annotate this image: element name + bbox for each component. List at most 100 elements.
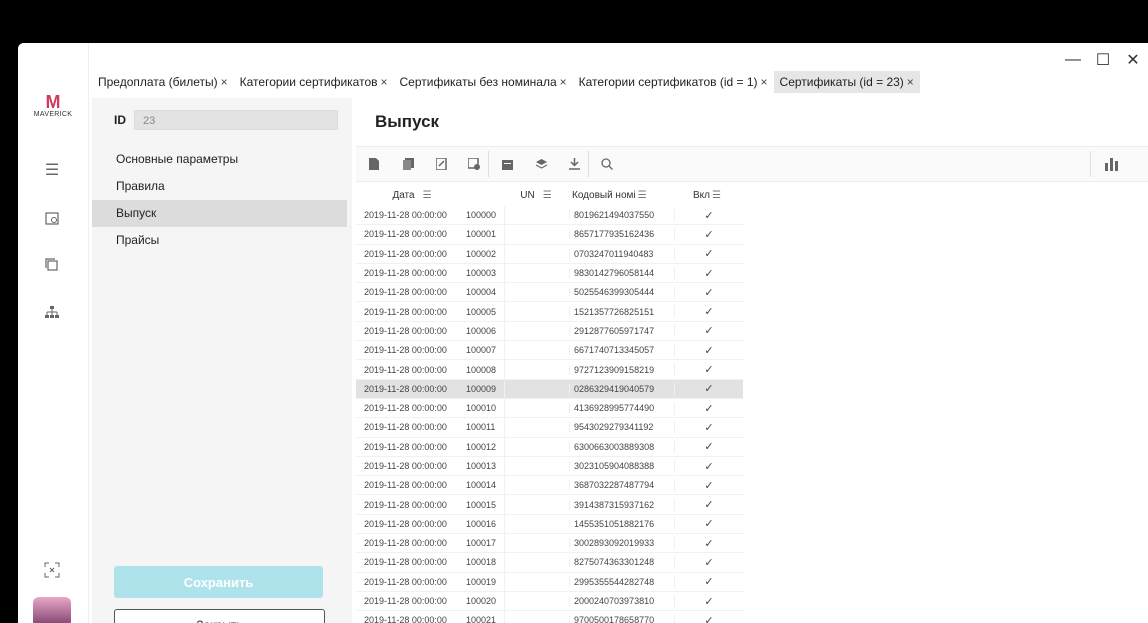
grid-body: 2019-11-28 00:00:00 100000 801962149403755… <box>356 206 743 623</box>
table-row[interactable]: 2019-11-28 00:00:00 100008 972712390915821… <box>356 360 743 380</box>
id-label: ID <box>114 113 126 127</box>
table-row[interactable]: 2019-11-28 00:00:00 100011 954302927934119… <box>356 418 743 438</box>
cell-un <box>504 534 569 553</box>
filter-icon[interactable]: ☰ <box>543 190 552 201</box>
cell-enabled: ✓ <box>674 536 743 550</box>
menu-icon[interactable]: ☰ <box>40 160 64 180</box>
nav-item-prices[interactable]: Прайсы <box>92 227 347 254</box>
table-row[interactable]: 2019-11-28 00:00:00 100015 391438731593716… <box>356 495 743 515</box>
delete-doc-icon[interactable] <box>466 156 482 172</box>
cell-enabled: ✓ <box>674 575 743 589</box>
cell-date: 2019-11-28 00:00:00 <box>364 287 447 298</box>
tab-prepayment[interactable]: Предоплата (билеты) × <box>92 71 234 93</box>
cell-date: 2019-11-28 00:00:00 <box>364 576 447 587</box>
tab-close-icon[interactable]: × <box>560 75 567 89</box>
cell-number: 100007 <box>466 345 497 356</box>
calendar-tool-icon[interactable] <box>499 156 515 172</box>
table-row[interactable]: 2019-11-28 00:00:00 100018 827507436330124… <box>356 553 743 573</box>
table-row[interactable]: 2019-11-28 00:00:00 100013 302310590408838… <box>356 456 743 477</box>
filter-icon[interactable]: ☰ <box>638 190 647 201</box>
hierarchy-icon[interactable] <box>40 302 64 322</box>
window-controls: — ☐ ✕ <box>1058 49 1148 71</box>
copy-doc-icon[interactable] <box>400 156 416 172</box>
table-row[interactable]: 2019-11-28 00:00:00 100017 300289309201993… <box>356 534 743 554</box>
tab-close-icon[interactable]: × <box>761 75 768 89</box>
filter-icon[interactable]: ☰ <box>423 190 432 201</box>
layers-icon[interactable] <box>533 156 549 172</box>
cell-date: 2019-11-28 00:00:00 <box>364 615 447 623</box>
table-row[interactable]: 2019-11-28 00:00:00 100010 413692899577449… <box>356 398 743 419</box>
table-row[interactable]: 2019-11-28 00:00:00 100002 070324701194048… <box>356 244 743 264</box>
maximize-button[interactable]: ☐ <box>1088 49 1118 71</box>
entity-sidebar: ID 23 Основные параметры Правила Выпуск … <box>92 98 352 623</box>
table-row[interactable]: 2019-11-28 00:00:00 100000 801962149403755… <box>356 206 743 226</box>
fullscreen-exit-icon[interactable] <box>40 560 64 580</box>
calendar-icon[interactable] <box>40 208 64 228</box>
column-header-code[interactable]: Кодовый номі ☰ <box>568 190 673 201</box>
cell-un <box>504 476 569 495</box>
cell-code: 1455351051882176 <box>569 518 674 529</box>
cell-code: 3023105904088388 <box>569 461 674 471</box>
table-row[interactable]: 2019-11-28 00:00:00 100009 028632941904057… <box>356 379 743 399</box>
filter-icon[interactable]: ☰ <box>712 190 721 201</box>
cell-code: 8657177935162436 <box>569 229 674 240</box>
tab-close-icon[interactable]: × <box>221 75 228 89</box>
cell-date: 2019-11-28 00:00:00 <box>364 461 447 471</box>
download-icon[interactable] <box>566 156 582 172</box>
column-header-enabled[interactable]: Вкл ☰ <box>673 190 741 201</box>
cell-enabled: ✓ <box>674 266 743 280</box>
cell-un <box>504 225 569 244</box>
tab-certificate-categories[interactable]: Категории сертификатов × <box>234 71 394 93</box>
column-label: Кодовый номі <box>572 189 636 201</box>
nav-item-issue[interactable]: Выпуск <box>92 200 347 227</box>
table-row[interactable]: 2019-11-28 00:00:00 100001 865717793516243… <box>356 225 743 245</box>
tab-label: Категории сертификатов <box>239 75 378 89</box>
table-row[interactable]: 2019-11-28 00:00:00 100006 291287760597174… <box>356 321 743 342</box>
brand-logo[interactable]: M MAVERICK <box>26 93 80 118</box>
tab-close-icon[interactable]: × <box>381 75 388 89</box>
new-doc-icon[interactable] <box>366 156 382 172</box>
table-row[interactable]: 2019-11-28 00:00:00 100016 145535105188217… <box>356 514 743 535</box>
close-window-button[interactable]: ✕ <box>1118 49 1148 71</box>
tab-certificates-no-nominal[interactable]: Сертификаты без номинала × <box>394 71 573 93</box>
save-button[interactable]: Сохранить <box>114 566 323 598</box>
cell-code: 0703247011940483 <box>569 248 674 259</box>
tab-certificates-23[interactable]: Сертификаты (id = 23) × <box>773 71 920 93</box>
cell-number: 100013 <box>466 461 497 471</box>
app-window: — ☐ ✕ M MAVERICK ☰ Предоплата (билеты) × … <box>18 43 1148 623</box>
user-avatar[interactable] <box>33 597 71 623</box>
minimize-button[interactable]: — <box>1058 49 1088 71</box>
tab-close-icon[interactable]: × <box>907 75 914 89</box>
column-header-date[interactable]: Дата ☰ <box>356 190 460 201</box>
table-row[interactable]: 2019-11-28 00:00:00 100004 502554639930544… <box>356 283 743 303</box>
edit-doc-icon[interactable] <box>433 156 449 172</box>
table-row[interactable]: 2019-11-28 00:00:00 100014 368703228748779… <box>356 476 743 496</box>
cell-enabled: ✓ <box>674 498 743 512</box>
cell-un <box>504 591 569 611</box>
table-row[interactable]: 2019-11-28 00:00:00 100020 200024070397381… <box>356 591 743 612</box>
search-icon[interactable] <box>599 156 615 172</box>
tab-certificate-category-1[interactable]: Категории сертификатов (id = 1) × <box>573 71 774 93</box>
cell-enabled: ✓ <box>674 517 743 531</box>
table-row[interactable]: 2019-11-28 00:00:00 100003 983014279605814… <box>356 263 743 284</box>
cell-enabled: ✓ <box>674 420 743 434</box>
nav-item-main-params[interactable]: Основные параметры <box>92 146 347 173</box>
table-row[interactable]: 2019-11-28 00:00:00 100007 667174071334505… <box>356 341 743 361</box>
cell-date: 2019-11-28 00:00:00 <box>364 422 447 433</box>
logo-text: MAVERICK <box>33 111 73 118</box>
cell-number: 100001 <box>466 229 497 240</box>
cell-un <box>504 360 569 379</box>
tab-label: Предоплата (билеты) <box>98 75 218 89</box>
column-header-un[interactable]: UN ☰ <box>504 190 568 201</box>
table-row[interactable]: 2019-11-28 00:00:00 100005 152135772682515… <box>356 302 743 322</box>
close-button[interactable]: Закрыть <box>114 609 325 623</box>
table-row[interactable]: 2019-11-28 00:00:00 100012 630066300388930… <box>356 437 743 457</box>
table-row[interactable]: 2019-11-28 00:00:00 100019 299535554428274… <box>356 572 743 592</box>
cell-date: 2019-11-28 00:00:00 <box>364 364 447 375</box>
table-row[interactable]: 2019-11-28 00:00:00 100021 970050017865877… <box>356 611 743 623</box>
nav-item-rules[interactable]: Правила <box>92 173 347 200</box>
cell-enabled: ✓ <box>674 247 743 261</box>
chart-icon[interactable] <box>1104 156 1120 172</box>
copy-icon[interactable] <box>40 255 64 275</box>
cell-date: 2019-11-28 00:00:00 <box>364 325 447 336</box>
